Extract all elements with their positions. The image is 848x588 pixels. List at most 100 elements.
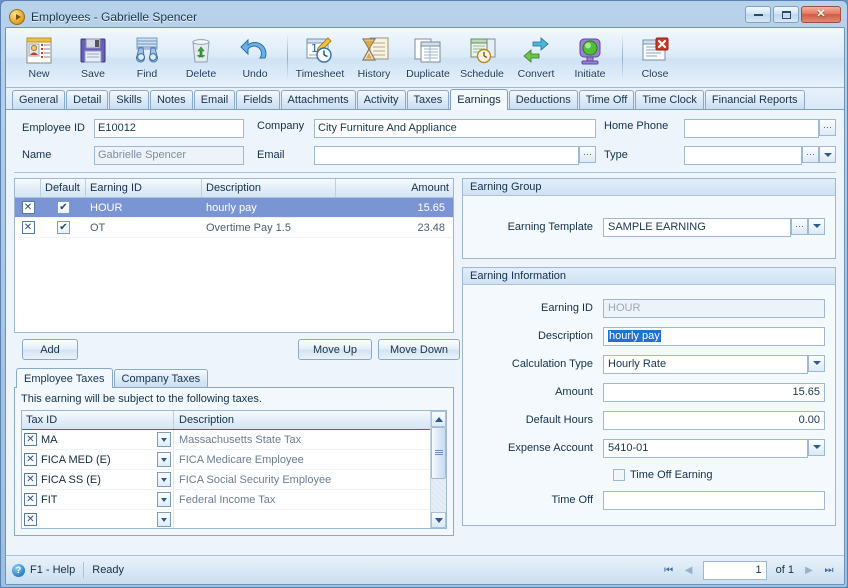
company-input[interactable]: City Furniture And Appliance	[314, 119, 596, 138]
table-row[interactable]: ✕ ✔ HOUR hourly pay 15.65	[15, 198, 453, 218]
tab-attachments[interactable]: Attachments	[280, 90, 356, 109]
next-record-icon[interactable]: ▶	[800, 561, 818, 579]
table-row[interactable]: ✕ ✔ OT Overtime Pay 1.5 23.48	[15, 218, 453, 238]
tab-time-clock[interactable]: Time Clock	[635, 90, 704, 109]
tax-id-chevron-down-icon[interactable]	[157, 472, 171, 487]
default-checkbox[interactable]: ✔	[57, 201, 70, 214]
tab-company-taxes[interactable]: Company Taxes	[113, 369, 209, 387]
move-down-button[interactable]: Move Down	[378, 339, 460, 360]
tab-email[interactable]: Email	[193, 90, 236, 109]
toolbar-button-initiate[interactable]: Initiate	[563, 30, 617, 86]
toolbar-button-duplicate[interactable]: Duplicate	[401, 30, 455, 86]
tab-time-off[interactable]: Time Off	[578, 90, 635, 109]
earning-template-lookup-ellipsis-icon[interactable]: ···	[791, 217, 808, 235]
toolbar-button-new[interactable]: New	[12, 30, 66, 86]
scroll-down-icon[interactable]	[431, 512, 446, 528]
earnings-col-amount[interactable]: Amount	[336, 179, 453, 197]
employee-id-input[interactable]: E10012	[94, 119, 244, 138]
home-phone-input[interactable]	[684, 119, 819, 138]
earning-template-input[interactable]: SAMPLE EARNING	[603, 217, 791, 237]
toolbar-button-save[interactable]: Save	[66, 30, 120, 86]
employee-taxes-grid[interactable]: Tax ID Description ✕ MA Massachusetts Sta…	[21, 410, 447, 529]
cell-description[interactable]: Overtime Pay 1.5	[202, 218, 336, 237]
tab-fields[interactable]: Fields	[236, 90, 280, 109]
table-row[interactable]: ✕ FICA SS (E) FICA Social Security Employ…	[22, 470, 430, 490]
time-off-input[interactable]	[603, 490, 825, 510]
tax-col-tax-id[interactable]: Tax ID	[22, 411, 174, 429]
tax-id-chevron-down-icon[interactable]	[157, 432, 171, 447]
calculation-type-chevron-down-icon[interactable]	[808, 354, 825, 372]
scroll-up-icon[interactable]	[431, 411, 446, 427]
tab-activity[interactable]: Activity	[356, 90, 406, 109]
expense-account-select[interactable]: 5410-01	[603, 438, 808, 458]
home-phone-lookup-ellipsis-icon[interactable]: ···	[819, 119, 836, 136]
tax-id-chevron-down-icon[interactable]	[157, 492, 171, 507]
maximize-button[interactable]	[773, 6, 799, 23]
help-question-icon[interactable]: ?	[12, 563, 25, 577]
type-input[interactable]	[684, 146, 802, 165]
toolbar-button-convert[interactable]: Convert	[509, 30, 563, 86]
tab-employee-taxes[interactable]: Employee Taxes	[16, 368, 113, 388]
tax-id-chevron-down-icon[interactable]	[157, 512, 171, 527]
amount-input[interactable]: 15.65	[603, 382, 825, 402]
last-record-icon[interactable]: ⏭	[820, 561, 838, 579]
time-off-earning-checkbox[interactable]	[613, 469, 625, 481]
close-button[interactable]: ✕	[801, 6, 841, 23]
cell-description[interactable]: hourly pay	[202, 198, 336, 217]
table-row[interactable]: ✕ FICA MED (E) FICA Medicare Employee	[22, 450, 430, 470]
record-number-input[interactable]: 1	[702, 560, 767, 580]
toolbar-button-history[interactable]: History	[347, 30, 401, 86]
table-row[interactable]: ✕ FIT Federal Income Tax	[22, 490, 430, 510]
delete-row-icon[interactable]: ✕	[21, 201, 35, 214]
tax-id-chevron-down-icon[interactable]	[157, 452, 171, 467]
delete-row-icon[interactable]: ✕	[24, 513, 37, 526]
delete-row-icon[interactable]: ✕	[24, 493, 37, 506]
tax-col-description[interactable]: Description	[174, 411, 430, 429]
name-input[interactable]: Gabrielle Spencer	[94, 146, 244, 165]
toolbar-button-schedule[interactable]: Schedule	[455, 30, 509, 86]
add-button[interactable]: Add	[22, 339, 78, 360]
table-row[interactable]: ✕ MA Massachusetts State Tax	[22, 430, 430, 450]
tab-detail[interactable]: Detail	[66, 90, 109, 109]
default-checkbox[interactable]: ✔	[57, 221, 70, 234]
default-hours-input[interactable]: 0.00	[603, 410, 825, 430]
move-up-button[interactable]: Move Up	[298, 339, 372, 360]
tab-earnings[interactable]: Earnings	[450, 89, 508, 110]
scrollbar-track[interactable]	[431, 427, 446, 512]
first-record-icon[interactable]: ⏮	[660, 561, 678, 579]
delete-row-icon[interactable]: ✕	[24, 473, 37, 486]
toolbar-button-timesheet[interactable]: 1 Timesheet	[293, 30, 347, 86]
email-lookup-ellipsis-icon[interactable]: ···	[579, 146, 596, 163]
type-lookup-ellipsis-icon[interactable]: ···	[802, 146, 819, 163]
previous-record-icon[interactable]: ◀	[680, 561, 698, 579]
tab-notes[interactable]: Notes	[149, 90, 193, 109]
email-input[interactable]	[314, 146, 579, 165]
tax-grid-scrollbar[interactable]	[430, 411, 446, 528]
earnings-grid[interactable]: Default Earning ID Description Amount ✕ …	[14, 178, 454, 333]
earnings-col-earning-id[interactable]: Earning ID	[86, 179, 202, 197]
expense-account-chevron-down-icon[interactable]	[808, 438, 825, 456]
cell-earning-id[interactable]: OT	[86, 218, 202, 237]
cell-amount[interactable]: 15.65	[336, 198, 453, 217]
tab-deductions[interactable]: Deductions	[508, 90, 578, 109]
earning-id-input[interactable]: HOUR	[603, 298, 825, 318]
toolbar-button-delete[interactable]: Delete	[174, 30, 228, 86]
table-row[interactable]: ✕	[22, 510, 430, 528]
cell-amount[interactable]: 23.48	[336, 218, 453, 237]
delete-row-icon[interactable]: ✕	[24, 453, 37, 466]
help-hint[interactable]: F1 - Help	[30, 564, 75, 576]
scrollbar-thumb[interactable]	[431, 427, 446, 479]
tab-skills[interactable]: Skills	[109, 90, 149, 109]
minimize-button[interactable]	[745, 6, 771, 23]
tab-taxes[interactable]: Taxes	[406, 90, 450, 109]
description-input[interactable]: hourly pay	[603, 326, 825, 346]
type-chevron-down-icon[interactable]	[819, 146, 836, 163]
earning-template-chevron-down-icon[interactable]	[808, 217, 825, 235]
earnings-col-default[interactable]: Default	[41, 179, 86, 197]
toolbar-button-close[interactable]: Close	[628, 30, 682, 86]
delete-row-icon[interactable]: ✕	[24, 433, 37, 446]
cell-earning-id[interactable]: HOUR	[86, 198, 202, 217]
delete-row-icon[interactable]: ✕	[21, 221, 35, 234]
tab-financial-reports[interactable]: Financial Reports	[704, 90, 805, 109]
earnings-col-description[interactable]: Description	[202, 179, 336, 197]
